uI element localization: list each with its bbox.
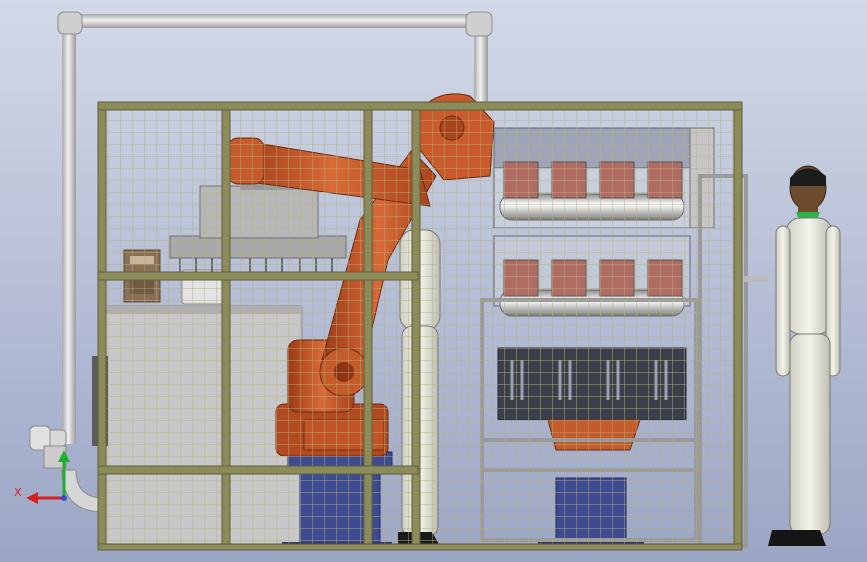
safety-fence (97, 101, 743, 551)
cad-viewport[interactable]: X (0, 0, 867, 562)
z-axis-origin (61, 495, 67, 501)
workcell-render: X (0, 0, 867, 562)
x-axis-label: X (14, 486, 22, 499)
